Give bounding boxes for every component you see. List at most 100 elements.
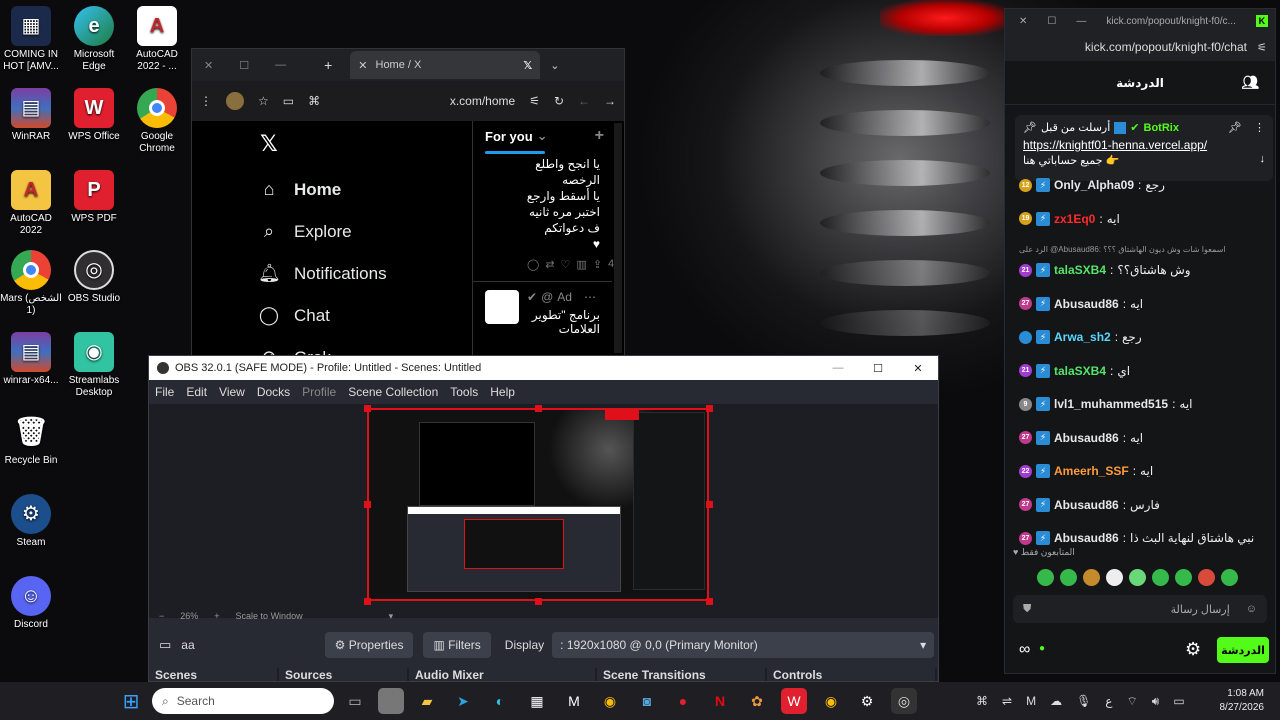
tray-app-icon[interactable]: ⇌ xyxy=(1002,694,1012,709)
chat-message[interactable]: 21 ⚡ talaSXB4: وش هاشتاق؟؟ xyxy=(1019,263,1191,277)
resize-handle[interactable] xyxy=(535,598,542,605)
scale-mode-select[interactable]: Scale to Window xyxy=(236,611,303,621)
pdf-app-icon[interactable]: ● xyxy=(670,688,696,714)
tab-list-chevron-icon[interactable]: ⌄ xyxy=(550,59,559,72)
zoom-out-icon[interactable]: − xyxy=(159,611,164,621)
resize-handle[interactable] xyxy=(364,405,371,412)
address-field[interactable]: x.com/home xyxy=(450,94,515,108)
reply-context[interactable]: الرد على @Abusaud86: اسمعوا شات وش ديون … xyxy=(1019,245,1226,254)
chrome-profile-icon[interactable]: ◉ xyxy=(818,688,844,714)
chat-message[interactable]: 9 ⚡ lvl1_muhammed515: ايه xyxy=(1019,397,1193,411)
task-view-icon[interactable]: ▭ xyxy=(342,688,368,714)
app-icon[interactable] xyxy=(378,688,404,714)
start-windows-icon[interactable]: ⊞ xyxy=(118,688,144,714)
filters-button[interactable]: ▥ Filters xyxy=(423,632,491,658)
clock[interactable]: 1:08 AM 8/27/2026 xyxy=(1212,687,1265,715)
properties-button[interactable]: ⚙ Properties xyxy=(324,632,414,658)
resize-handle[interactable] xyxy=(364,501,371,508)
emote-icon[interactable] xyxy=(1152,569,1169,586)
resize-handle[interactable] xyxy=(706,405,713,412)
resize-handle[interactable] xyxy=(535,405,542,412)
new-tab-icon[interactable]: + xyxy=(324,57,332,73)
desktop-icon-winrar[interactable]: ▤ WinRAR xyxy=(0,88,62,143)
desktop-icon-obs[interactable]: ◎ OBS Studio xyxy=(63,250,125,305)
x-nav-explore[interactable]: ⌕ Explore xyxy=(258,221,352,242)
emote-icon[interactable] xyxy=(1060,569,1077,586)
pinned-link[interactable]: https://knightf01-henna.vercel.app/ xyxy=(1023,138,1265,152)
store-icon[interactable]: ▦ xyxy=(524,688,550,714)
app-icon[interactable]: ✿ xyxy=(744,688,770,714)
star-icon[interactable]: ☆ xyxy=(258,94,269,108)
like-icon[interactable]: ♡ xyxy=(561,258,571,271)
maximize-icon[interactable]: ☐ xyxy=(239,59,249,72)
chat-username[interactable]: Abusaud86 xyxy=(1054,531,1119,545)
close-icon[interactable]: ✕ xyxy=(898,362,938,375)
zoom-in-icon[interactable]: + xyxy=(214,611,219,621)
desktop-icon-chrome[interactable]: Google Chrome xyxy=(126,88,188,155)
chat-message[interactable]: 12 ⚡ Only_Alpha09: رجع xyxy=(1019,178,1165,192)
edge-icon[interactable]: ◐ xyxy=(487,688,513,714)
chat-username[interactable]: Abusaud86 xyxy=(1054,498,1119,512)
reload-icon[interactable]: ↻ xyxy=(554,94,564,108)
translate-icon[interactable]: ⌘ xyxy=(308,94,320,108)
taskbar-search[interactable]: ⌕ Search xyxy=(152,688,334,714)
emote-icon[interactable] xyxy=(1129,569,1146,586)
chevron-down-icon[interactable]: ⌄ xyxy=(537,128,548,144)
tab-for-you[interactable]: For you xyxy=(485,129,533,144)
capcut-icon[interactable]: M xyxy=(561,688,587,714)
dock-scene-transitions[interactable]: Scene Transitions xyxy=(597,668,767,681)
minimize-icon[interactable]: — xyxy=(1076,16,1086,27)
file-explorer-icon[interactable]: ▰ xyxy=(414,688,440,714)
close-window-icon[interactable]: ✕ xyxy=(204,59,213,72)
chat-username[interactable]: Abusaud86 xyxy=(1054,297,1119,311)
chevron-down-icon[interactable]: ▾ xyxy=(389,611,394,622)
infinity-icon[interactable]: ∞ xyxy=(1019,641,1030,659)
tray-app-icon[interactable]: ⌘ xyxy=(976,694,988,709)
battery-icon[interactable]: ▭ xyxy=(1173,694,1184,709)
telegram-icon[interactable]: ➤ xyxy=(450,688,476,714)
steam-icon[interactable]: ⚙ xyxy=(854,688,880,714)
chat-username[interactable]: Ameerh_SSF xyxy=(1054,464,1129,478)
forward-icon[interactable]: → xyxy=(604,94,616,108)
x-nav-notifications[interactable]: 🔔︎ Notifications xyxy=(258,263,387,284)
points-icon[interactable]: ● xyxy=(1039,643,1045,654)
chat-app-icon[interactable]: ◙ xyxy=(634,688,660,714)
dock-sources[interactable]: Sources xyxy=(279,668,409,681)
chrome-icon[interactable]: ◉ xyxy=(597,688,623,714)
desktop-icon-autocad[interactable]: A AutoCAD 2022 xyxy=(0,170,62,237)
x-nav-chat[interactable]: ◯ Chat xyxy=(258,305,330,326)
chat-input[interactable]: ⛊ إرسال رسالة ☺ xyxy=(1013,595,1267,623)
chat-message[interactable]: 21 ⚡ talaSXB4: اي xyxy=(1019,363,1130,378)
emote-icon[interactable] xyxy=(1221,569,1238,586)
add-feed-icon[interactable]: + xyxy=(595,127,604,145)
views-icon[interactable]: ▥ xyxy=(576,258,586,271)
desktop-icon-recycle-bin[interactable]: 🗑 Recycle Bin xyxy=(0,412,62,467)
emote-icon[interactable] xyxy=(1037,569,1054,586)
desktop-icon-wps-pdf[interactable]: P WPS PDF xyxy=(63,170,125,225)
tray-cloud-icon[interactable]: ☁ xyxy=(1050,694,1062,709)
volume-icon[interactable]: 🔊︎ xyxy=(1152,694,1160,709)
netflix-icon[interactable]: N xyxy=(707,688,733,714)
emoji-icon[interactable]: ☺ xyxy=(1246,603,1257,615)
tray-app-icon[interactable]: M xyxy=(1026,694,1036,709)
desktop-icon-streamlabs[interactable]: ◉ Streamlabs Desktop xyxy=(63,332,125,399)
scrollbar[interactable] xyxy=(614,123,622,353)
minimize-icon[interactable]: — xyxy=(275,59,286,71)
chat-username[interactable]: lvl1_muhammed515 xyxy=(1054,397,1168,411)
desktop-icon-mars[interactable]: Mars (الشخص 1) xyxy=(0,250,62,317)
settings-gear-icon[interactable]: ⚙ xyxy=(1185,639,1201,660)
retweet-icon[interactable]: ⇄ xyxy=(545,258,554,271)
menu-docks[interactable]: Docks xyxy=(257,385,290,399)
reply-icon[interactable]: ◯ xyxy=(527,258,539,271)
share-icon[interactable]: ⇪ xyxy=(593,258,602,271)
desktop-icon-wps-office[interactable]: W WPS Office xyxy=(63,88,125,143)
menu-edit[interactable]: Edit xyxy=(186,385,207,399)
chat-message[interactable]: 27 ⚡ Abusaud86: فارس xyxy=(1019,497,1160,512)
chat-username[interactable]: talaSXB4 xyxy=(1054,263,1106,277)
chat-username[interactable]: Abusaud86 xyxy=(1054,431,1119,445)
pinned-message[interactable]: 📌︎ أرسلت من قبل ✔ BotRix 📌︎ ⋮ https://kn… xyxy=(1015,115,1273,181)
language-indicator[interactable]: ع xyxy=(1105,694,1112,709)
site-settings-icon[interactable]: ⚟ xyxy=(1257,41,1267,54)
avatar[interactable] xyxy=(226,92,244,110)
resize-handle[interactable] xyxy=(364,598,371,605)
